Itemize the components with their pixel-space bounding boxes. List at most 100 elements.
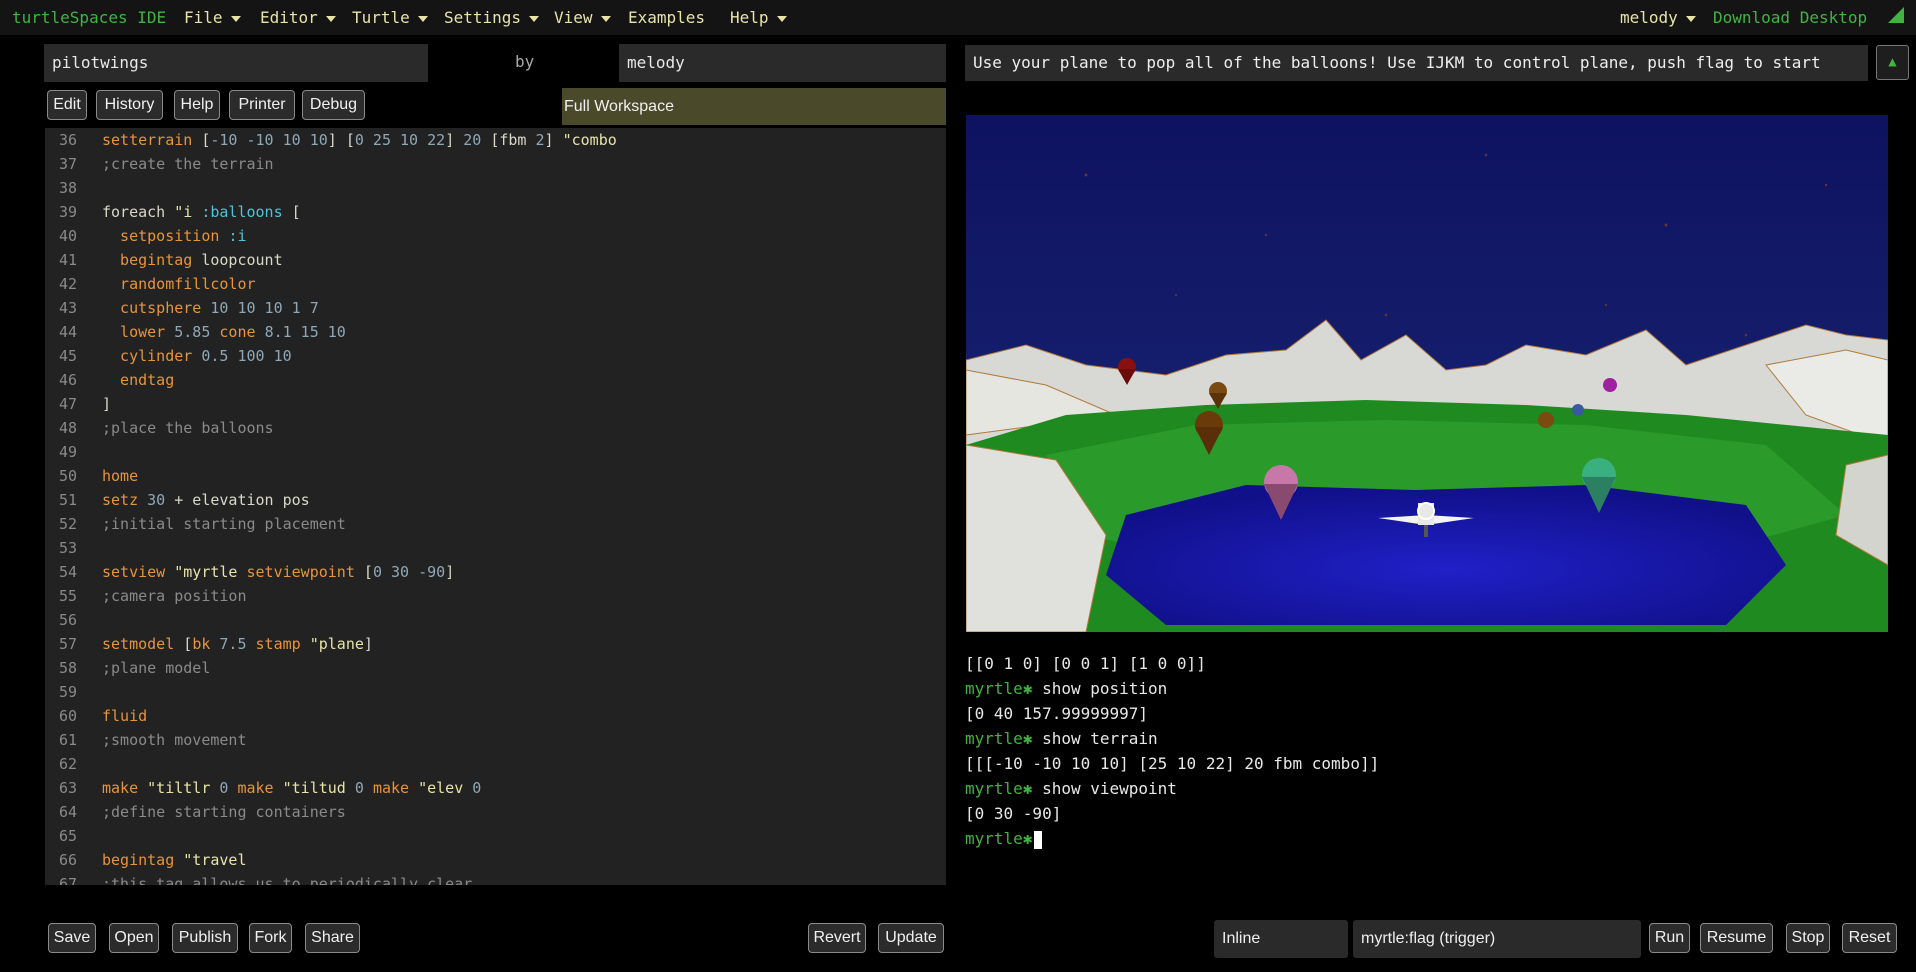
workspace-label[interactable]: Full Workspace xyxy=(562,88,946,125)
code-line[interactable]: 66 begintag "travel xyxy=(45,848,247,872)
fork-button[interactable]: Fork xyxy=(249,923,292,953)
line-number: 53 xyxy=(58,539,77,557)
code-line[interactable]: 37 ;create the terrain xyxy=(45,152,274,176)
save-button[interactable]: Save xyxy=(48,923,96,953)
code-token: 0 xyxy=(354,779,373,797)
line-number: 39 xyxy=(58,203,77,221)
download-desktop-link[interactable]: Download Desktop xyxy=(1713,8,1867,27)
code-line[interactable]: 60 fluid xyxy=(45,704,147,728)
code-line[interactable]: 65 xyxy=(45,824,102,848)
code-token: setviewpoint xyxy=(246,563,364,581)
code-token: 7.5 xyxy=(219,635,256,653)
code-line[interactable]: 36 setterrain [-10 -10 10 10] [0 25 10 22… xyxy=(45,128,617,152)
code-line[interactable]: 49 xyxy=(45,440,102,464)
run-mode-select[interactable]: Inline xyxy=(1214,920,1348,958)
code-token: 0 xyxy=(472,779,482,797)
code-token: loopcount xyxy=(201,251,283,269)
resume-button[interactable]: Resume xyxy=(1700,923,1773,953)
code-line[interactable]: 67 ;this tag allows us to periodically cl… xyxy=(45,872,472,885)
code-line[interactable]: 61 ;smooth movement xyxy=(45,728,247,752)
code-token: stamp xyxy=(255,635,310,653)
help-button[interactable]: Help xyxy=(174,90,220,120)
code-line[interactable]: 53 xyxy=(45,536,102,560)
menu-examples[interactable]: Examples xyxy=(628,8,705,27)
code-token: ;plane model xyxy=(102,659,211,677)
code-line[interactable]: 47] xyxy=(45,392,111,416)
share-button[interactable]: Share xyxy=(305,923,360,953)
console-input-line[interactable]: myrtle✱ xyxy=(965,826,1905,851)
menu-editor[interactable]: Editor xyxy=(260,8,336,27)
line-number: 57 xyxy=(58,635,77,653)
printer-button[interactable]: Printer xyxy=(229,90,295,120)
line-number: 42 xyxy=(58,275,77,293)
user-menu[interactable]: melody xyxy=(1620,8,1696,27)
chevron-down-icon xyxy=(417,15,428,22)
code-line[interactable]: 56 xyxy=(45,608,102,632)
debug-button[interactable]: Debug xyxy=(302,90,365,120)
chevron-down-icon xyxy=(529,15,540,22)
code-line[interactable]: 45 cylinder 0.5 100 10 xyxy=(45,344,292,368)
line-number: 54 xyxy=(58,563,77,581)
publish-button[interactable]: Publish xyxy=(172,923,238,953)
code-line[interactable]: 50 home xyxy=(45,464,138,488)
code-token: cylinder xyxy=(102,347,202,365)
menu-turtle[interactable]: Turtle xyxy=(352,8,428,27)
code-token: 0 30 -90 xyxy=(372,563,446,581)
turtle-icon: ✱ xyxy=(1022,729,1033,748)
code-line[interactable]: 48 ;place the balloons xyxy=(45,416,274,440)
line-number: 45 xyxy=(58,347,77,365)
menu-view[interactable]: View xyxy=(554,8,611,27)
code-token: ] xyxy=(363,635,373,653)
code-line[interactable]: 38 xyxy=(45,176,102,200)
turtle-3d-viewport[interactable] xyxy=(966,115,1888,632)
turtle-icon: ✱ xyxy=(1022,779,1033,798)
app-title[interactable]: turtleSpaces IDE xyxy=(12,8,166,27)
code-line[interactable]: 43 cutsphere 10 10 10 1 7 xyxy=(45,296,319,320)
author-field[interactable]: melody xyxy=(619,44,946,82)
open-button[interactable]: Open xyxy=(109,923,159,953)
update-button[interactable]: Update xyxy=(878,923,944,953)
run-target-select[interactable]: myrtle:flag (trigger) xyxy=(1353,920,1641,958)
code-line[interactable]: 54 setview "myrtle setviewpoint [0 30 -90… xyxy=(45,560,454,584)
code-line[interactable]: 55 ;camera position xyxy=(45,584,247,608)
reset-button[interactable]: Reset xyxy=(1842,923,1897,953)
line-number: 67 xyxy=(58,875,77,885)
code-token: "myrtle xyxy=(174,563,247,581)
project-description[interactable]: Use your plane to pop all of the balloon… xyxy=(965,45,1868,81)
menu-settings[interactable]: Settings xyxy=(444,8,540,27)
code-token: [fbm xyxy=(490,131,536,149)
code-line[interactable]: 46 endtag xyxy=(45,368,174,392)
code-token: -10 -10 10 10 xyxy=(210,131,328,149)
code-token: :balloons xyxy=(201,203,292,221)
code-line[interactable]: 44 lower 5.85 cone 8.1 15 10 xyxy=(45,320,346,344)
code-line[interactable]: 51 setz 30 + elevation pos xyxy=(45,488,310,512)
code-line[interactable]: 52 ;initial starting placement xyxy=(45,512,346,536)
code-line[interactable]: 59 xyxy=(45,680,102,704)
line-number: 58 xyxy=(58,659,77,677)
corner-triangle-icon[interactable] xyxy=(1888,7,1904,23)
code-line[interactable]: 41 begintag loopcount xyxy=(45,248,283,272)
edit-button[interactable]: Edit xyxy=(47,90,87,120)
console-line: [[[-10 -10 10 10] [25 10 22] 20 fbm comb… xyxy=(965,754,1380,773)
menu-help[interactable]: Help xyxy=(730,8,787,27)
history-button[interactable]: History xyxy=(96,90,163,120)
code-line[interactable]: 62 xyxy=(45,752,102,776)
menu-file[interactable]: File xyxy=(184,8,241,27)
line-number: 66 xyxy=(58,851,77,869)
code-editor[interactable]: 36 setterrain [-10 -10 10 10] [0 25 10 22… xyxy=(45,128,946,885)
code-line[interactable]: 64 ;define starting containers xyxy=(45,800,346,824)
line-number: 61 xyxy=(58,731,77,749)
code-line[interactable]: 40 setposition :i xyxy=(45,224,247,248)
revert-button[interactable]: Revert xyxy=(808,923,866,953)
turtle-icon: ✱ xyxy=(1022,829,1033,848)
code-line[interactable]: 57 setmodel [bk 7.5 stamp "plane] xyxy=(45,632,373,656)
project-name-field[interactable]: pilotwings xyxy=(44,44,428,82)
code-line[interactable]: 39 foreach "i :balloons [ xyxy=(45,200,301,224)
stop-button[interactable]: Stop xyxy=(1786,923,1830,953)
run-button[interactable]: Run xyxy=(1649,923,1690,953)
code-line[interactable]: 58 ;plane model xyxy=(45,656,210,680)
turtlespaces-logo-icon[interactable]: ▲ xyxy=(1876,45,1909,80)
console-output[interactable]: [[0 1 0] [0 0 1] [1 0 0]] myrtle✱ show p… xyxy=(965,651,1905,851)
code-line[interactable]: 42 randomfillcolor xyxy=(45,272,256,296)
code-line[interactable]: 63 make "tiltlr 0 make "tiltud 0 make "el… xyxy=(45,776,481,800)
